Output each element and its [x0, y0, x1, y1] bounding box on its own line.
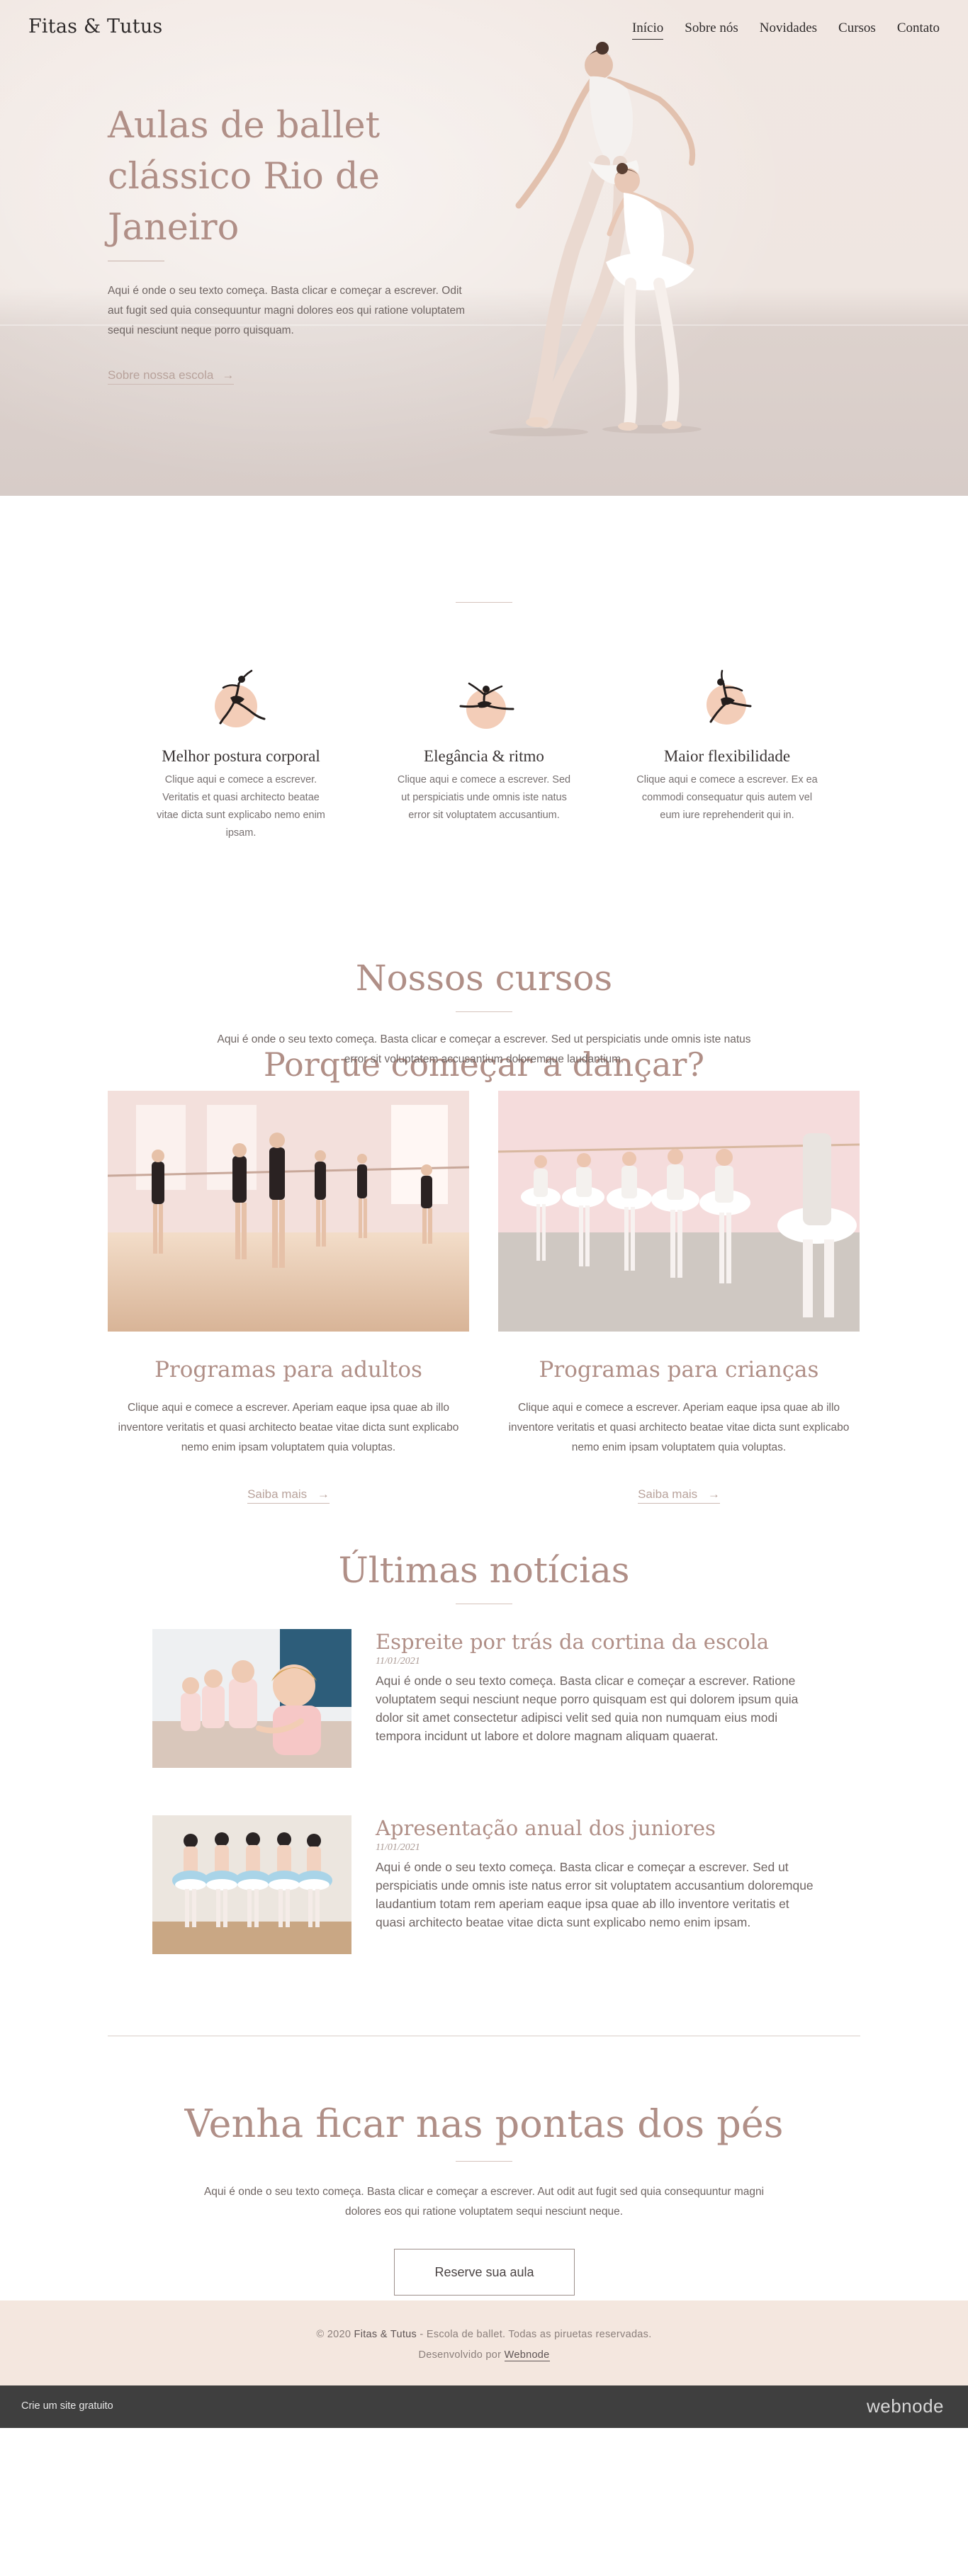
why-title-rule: [456, 602, 512, 603]
feature-card-elegance: Elegância & ritmo Clique aqui e comece a…: [378, 662, 590, 824]
courses-description: Aqui é onde o seu texto começa. Basta cl…: [217, 1033, 751, 1065]
webnode-credit-link[interactable]: Webnode: [504, 2349, 550, 2361]
developed-by-label: Desenvolvido por: [418, 2349, 505, 2361]
ballerina-leap-icon: [202, 662, 280, 740]
nav-item-cursos[interactable]: Cursos: [838, 21, 876, 40]
feature-card-flexibility: Maior flexibilidade Clique aqui e comece…: [621, 662, 833, 824]
arrow-right-icon: →: [317, 1487, 330, 1501]
footer-credits: Desenvolvido por Webnode: [0, 2349, 968, 2361]
course-text: Clique aqui e comece a escrever. Aperiam…: [508, 1402, 850, 1453]
courses-section: Nossos cursos Aqui é onde o seu texto co…: [0, 898, 968, 1550]
nav-item-contato[interactable]: Contato: [897, 21, 940, 40]
copyright-suffix: - Escola de ballet. Todas as pirueta‍s r…: [417, 2329, 652, 2340]
feature-title: Elegância & ritmo: [424, 747, 544, 765]
course-card-adults: Programas para adultos Clique aqui e com…: [108, 1091, 469, 1504]
hero-text-block: Aulas de ballet clássico Rio de Janeiro …: [108, 101, 476, 341]
copyright-prefix: © 2020: [316, 2329, 354, 2340]
news-post-title[interactable]: Apresentação anual dos juniores: [376, 1815, 816, 1841]
why-dance-section: Porque começar a dançar? Melhor postura …: [0, 496, 968, 1084]
webnode-logo[interactable]: webnode: [867, 2395, 944, 2417]
about-school-link-label: Sobre nossa escola: [108, 368, 214, 382]
learn-more-label: Saiba mais: [247, 1487, 308, 1501]
course-title: Programas para crianças: [539, 1357, 819, 1383]
news-section: Últimas notícias Espreite por trás da co…: [0, 1550, 968, 2048]
create-free-site-link[interactable]: Crie um site gratuito: [21, 2400, 113, 2412]
feature-text: Clique aqui e comece a escrever. Ex ea c…: [636, 774, 818, 821]
news-post-body: Espreite por trás da cortina da escola 1…: [376, 1629, 816, 1745]
news-post: Apresentação anual dos juniores 11/01/20…: [152, 1815, 816, 1957]
news-post: Espreite por trás da cortina da escola 1…: [152, 1629, 816, 1771]
cta-description: Aqui é onde o seu texto começa. Basta cl…: [203, 2186, 765, 2218]
news-post-image[interactable]: [152, 1629, 351, 1768]
footer-brand: Fitas & Tutus: [354, 2329, 417, 2340]
cta-title: Venha ficar nas pontas dos pés: [184, 2101, 784, 2146]
site-logo[interactable]: Fitas & Tutus: [28, 16, 162, 38]
about-school-link[interactable]: Sobre nossa escola →: [108, 368, 235, 385]
feature-text: Clique aqui e comece a escrever. Sed ut …: [397, 774, 571, 821]
news-post-image[interactable]: [152, 1815, 351, 1954]
courses-title-rule: [456, 1011, 512, 1012]
hero-title: Aulas de ballet clássico Rio de Janeiro: [108, 105, 381, 249]
webnode-promo-bar: Crie um site gratuito webnode: [0, 2385, 968, 2428]
cta-title-rule: [456, 2161, 512, 2162]
learn-more-link-kids[interactable]: Saiba mais →: [638, 1487, 720, 1504]
courses-section-title: Nossos cursos: [355, 958, 613, 999]
learn-more-label: Saiba mais: [638, 1487, 698, 1501]
feature-text: Clique aqui e comece a escrever. Veritat…: [157, 774, 325, 839]
news-section-title: Últimas notícias: [338, 1550, 630, 1591]
news-post-date: 11/01/2021: [376, 1842, 420, 1853]
site-footer: © 2020 Fitas & Tutus - Escola de ballet.…: [0, 2300, 968, 2385]
hero-section: Fitas & Tutus Início Sobre nós Novidades…: [0, 0, 968, 496]
book-class-button[interactable]: Reserve sua aula: [394, 2249, 575, 2296]
learn-more-link-adults[interactable]: Saiba mais →: [247, 1487, 330, 1504]
course-text: Clique aqui e comece a escrever. Aperiam…: [118, 1402, 459, 1453]
news-post-excerpt: Aqui é onde o seu texto começa. Basta cl…: [376, 1674, 799, 1743]
course-title: Programas para adultos: [154, 1357, 422, 1383]
course-image-adults: [108, 1091, 469, 1332]
news-post-excerpt: Aqui é onde o seu texto começa. Basta cl…: [376, 1860, 814, 1929]
news-post-title[interactable]: Espreite por trás da cortina da escola: [376, 1629, 816, 1655]
news-post-date: 11/01/2021: [376, 1656, 420, 1667]
arrow-right-icon: →: [222, 368, 235, 382]
hero-description: Aqui é onde o seu texto começa. Basta cl…: [108, 285, 466, 336]
nav-item-novidades[interactable]: Novidades: [760, 21, 817, 40]
course-image-kids: [498, 1091, 860, 1332]
news-post-body: Apresentação anual dos juniores 11/01/20…: [376, 1815, 816, 1931]
cta-section: Venha ficar nas pontas dos pés Aqui é on…: [0, 2048, 968, 2300]
feature-title: Melhor postura corporal: [162, 747, 320, 765]
footer-copyright: © 2020 Fitas & Tutus - Escola de ballet.…: [0, 2329, 968, 2340]
feature-card-posture: Melhor postura corporal Clique aqui e co…: [135, 662, 347, 842]
arrow-right-icon: →: [707, 1487, 720, 1501]
ballerina-leap-icon: [445, 662, 523, 740]
hero-dancers-image: [489, 42, 702, 436]
ballerina-leap-icon: [688, 662, 766, 740]
course-card-kids: Programas para crianças Clique aqui e co…: [498, 1091, 860, 1504]
feature-title: Maior flexibilidade: [663, 747, 791, 765]
